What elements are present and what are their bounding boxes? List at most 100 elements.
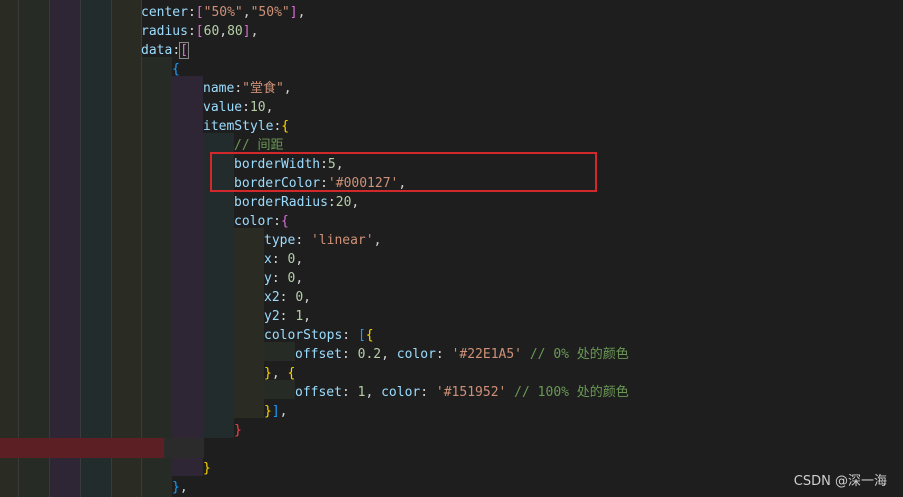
code-bracket: { (281, 119, 290, 134)
code-line[interactable]: y: 0, (264, 269, 303, 288)
code-punct: , (271, 366, 288, 381)
annotation-highlight-box (210, 152, 597, 192)
code-bracket: [ (195, 5, 204, 20)
code-key: value (203, 100, 243, 115)
code-punct: , (250, 24, 259, 39)
code-line[interactable]: color:{ (234, 212, 289, 231)
code-bracket: } (264, 366, 272, 381)
code-line[interactable]: name:"堂食", (203, 79, 292, 98)
code-punct: , (303, 290, 311, 305)
code-string: "堂食" (242, 81, 284, 96)
indent-band-2 (18, 0, 49, 497)
code-line[interactable]: borderRadius:20, (234, 193, 359, 212)
code-punct: : (273, 214, 281, 229)
code-key: y (264, 271, 272, 286)
indent-guide (111, 0, 112, 497)
code-key: borderRadius (234, 195, 328, 210)
code-number: 10 (249, 100, 266, 115)
code-punct: : (187, 5, 196, 20)
error-highlight-band-ext (164, 438, 204, 458)
code-line[interactable]: radius:[60,80], (141, 22, 258, 41)
code-punct: , (365, 385, 382, 400)
code-string: 'linear' (310, 233, 374, 248)
code-line[interactable]: center:["50%","50%"], (141, 3, 305, 22)
code-line[interactable]: } (203, 459, 211, 478)
code-string: "50%" (203, 5, 243, 20)
code-punct: : (271, 271, 288, 286)
code-string: '#151952' (435, 385, 507, 400)
code-line[interactable]: }, (172, 478, 188, 497)
code-punct: : (342, 328, 358, 343)
code-line[interactable]: offset: 0.2, color: '#22E1A5' // 0% 处的颜色 (295, 345, 629, 364)
indent-guide (18, 0, 19, 497)
code-line[interactable]: type: 'linear', (264, 231, 381, 250)
code-line[interactable]: } (234, 421, 242, 440)
code-line[interactable]: colorStops: [{ (264, 326, 374, 345)
code-editor[interactable]: center:["50%","50%"], radius:[60,80], da… (0, 0, 903, 497)
code-punct: : (341, 385, 358, 400)
code-punct: : (242, 100, 250, 115)
indent-band-9 (234, 228, 264, 418)
code-punct: : (435, 347, 452, 362)
code-key: y2 (264, 309, 280, 324)
code-punct: , (351, 195, 360, 210)
code-line[interactable]: { (172, 60, 180, 79)
code-bracket: ] (242, 24, 251, 39)
code-line[interactable]: value:10, (203, 98, 273, 117)
code-line[interactable]: x2: 0, (264, 288, 311, 307)
indent-band-7 (172, 76, 203, 476)
code-punct: : (295, 233, 311, 248)
code-line[interactable]: }], (264, 402, 287, 421)
code-key: itemStyle (203, 119, 274, 134)
code-punct: , (373, 233, 382, 248)
code-punct: , (295, 252, 304, 267)
code-bracket: { (280, 214, 289, 229)
code-line[interactable]: y2: 1, (264, 307, 311, 326)
indent-band-6 (141, 57, 172, 497)
code-key: type (264, 233, 296, 248)
code-punct: , (283, 81, 292, 96)
code-bracket: } (264, 404, 272, 419)
code-string: "50%" (250, 5, 290, 20)
code-bracket: } (234, 423, 242, 438)
code-punct: : (234, 81, 243, 96)
code-comment: // 0% 处的颜色 (522, 347, 629, 362)
indent-band-4 (80, 0, 111, 497)
indent-guide (80, 0, 81, 497)
indent-band-5 (111, 0, 141, 497)
code-punct: , (219, 24, 228, 39)
error-highlight-band (0, 438, 164, 458)
code-punct: , (179, 480, 188, 495)
code-comment: // 间距 (234, 138, 284, 153)
code-line[interactable]: data:[ (141, 41, 189, 60)
code-bracket: { (365, 328, 374, 343)
code-line[interactable]: offset: 1, color: '#151952' // 100% 处的颜色 (295, 383, 629, 402)
code-punct: : (187, 24, 196, 39)
code-punct: : (279, 290, 296, 305)
code-punct: : (279, 309, 296, 324)
code-punct: , (295, 271, 304, 286)
code-line[interactable]: itemStyle:{ (203, 117, 289, 136)
code-punct: : (271, 252, 288, 267)
code-key: x (264, 252, 272, 267)
code-key: color (234, 214, 274, 229)
code-bracket: [ (179, 42, 189, 59)
code-bracket: [ (195, 24, 204, 39)
code-punct: : (172, 43, 181, 58)
code-bracket: } (172, 480, 180, 495)
code-number: 0 (295, 290, 304, 305)
indent-band-3 (49, 0, 80, 497)
code-number: 0.2 (357, 347, 382, 362)
code-comment: // 100% 处的颜色 (506, 385, 629, 400)
code-line[interactable]: }, { (264, 364, 295, 383)
code-punct: , (265, 100, 274, 115)
code-line[interactable]: x: 0, (264, 250, 303, 269)
code-punct: : (420, 385, 436, 400)
code-key: offset (295, 347, 342, 362)
code-punct: , (279, 404, 288, 419)
code-number: 20 (335, 195, 352, 210)
code-bracket: ] (271, 404, 280, 419)
code-punct: , (303, 309, 311, 324)
code-punct: : (341, 347, 358, 362)
code-number: 80 (227, 24, 243, 39)
